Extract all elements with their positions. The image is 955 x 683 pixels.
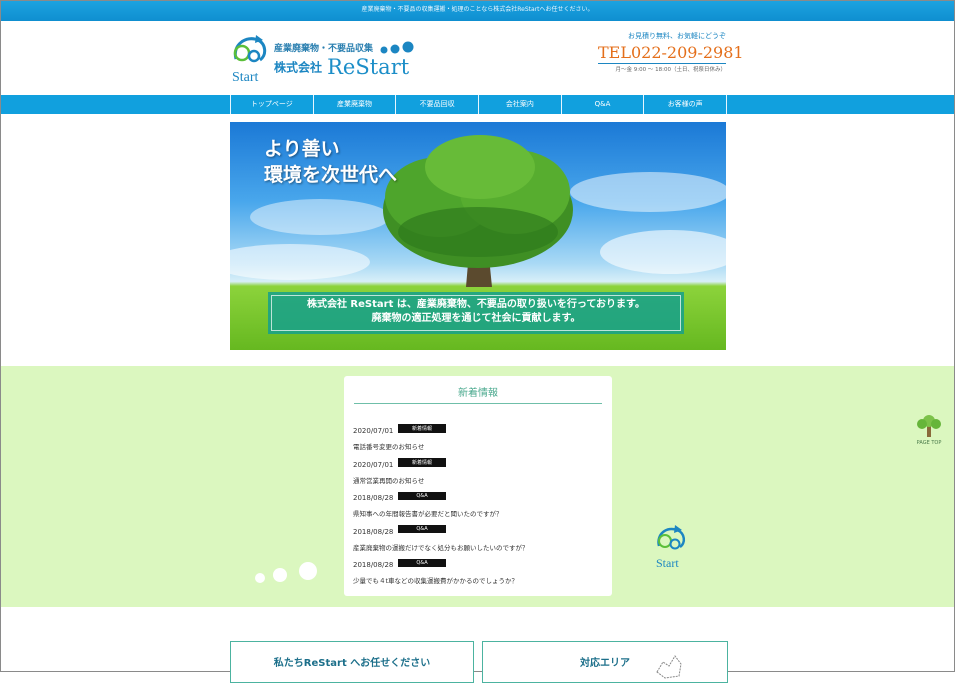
news-date: 2018/08/28 [353,494,394,502]
restart-logo-icon: Start [232,35,267,85]
logo-company-prefix: 株式会社 [274,60,323,75]
badge-text: Start [656,556,679,570]
contact-box: お見積り無料、お気軽にどうぞ TEL022-209-2981 月～金 9:00 … [598,31,744,73]
news-item[interactable]: 2020/07/01 新着情報 電話番号変更のお知らせ [353,418,605,452]
hero-caption-line1: 株式会社 ReStart は、産業廃棄物、不要品の取り扱いを行っております。 [306,299,646,310]
phone-number[interactable]: TEL022-209-2981 [598,43,744,62]
page-top-label: PAGE TOP [916,440,942,446]
nav-item-unwanted-items[interactable]: 不要品回収 [396,95,480,114]
logo-dots-icon [380,41,414,54]
top-announcement-bar: 産業廃棄物・不要品の収集運搬・処理のことなら株式会社ReStartへお任せくださ… [1,1,954,21]
nav-item-voices[interactable]: お客様の声 [644,95,728,114]
news-list: 2020/07/01 新着情報 電話番号変更のお知らせ 2020/07/01 新着情… [353,418,605,586]
news-item[interactable]: 2018/08/28 Q&A 産業廃棄物の運搬だけでなく処分もお願いしたいのですが… [353,519,605,553]
news-tag: 新着情報 [398,457,446,467]
logo-subtitle: 産業廃棄物・不要品収集 [274,44,374,54]
news-date: 2018/08/28 [353,527,394,536]
decorative-bubbles-icon [255,562,317,583]
logo-mark-text: Start [232,70,259,85]
about-card[interactable]: 私たちReStart へお任せください [230,641,474,683]
announcement-text: 産業廃棄物・不要品の収集運搬・処理のことなら株式会社ReStartへお任せくださ… [361,6,594,13]
news-link[interactable]: 電話番号変更のお知らせ [353,441,605,451]
news-tag: Q&A [398,491,446,500]
hero-caption-text: 株式会社 ReStart は、産業廃棄物、不要品の取り扱いを行っております。 廃… [268,298,684,326]
news-tag: 新着情報 [398,424,446,433]
hero-caption: 株式会社 ReStart は、産業廃棄物、不要品の取り扱いを行っております。 廃… [268,292,684,334]
news-item[interactable]: 2020/07/01 新着情報 通常営業再開のお知らせ [353,452,605,486]
business-hours: 月～金 9:00 ～ 18:00（土日、祝祭日休み） [598,63,726,73]
service-area-title: 対応エリア [580,658,630,669]
hero-title-line1: より善い [264,138,340,160]
about-card-title: 私たちReStart へお任せください [273,658,431,669]
hero-title: より善い 環境を次世代へ [264,136,397,188]
map-illustration-icon [656,655,682,679]
contact-note: お見積り無料、お気軽にどうぞ [628,32,726,40]
news-panel: 新着情報 2020/07/01 新着情報 電話番号変更のお知らせ 2020/07/… [344,376,612,596]
news-date: 2020/07/01 [353,460,394,469]
restart-badge-icon: Start [656,525,686,570]
hero-title-line2: 環境を次世代へ [264,164,398,186]
global-nav: トップページ 産業廃棄物 不要品回収 会社案内 Q&A お客様の声 [1,95,954,114]
news-tag: Q&A [398,558,446,567]
news-date: 2018/08/28 [353,561,394,569]
logo-company: 株式会社 ReStart [274,55,409,79]
logo-company-name: ReStart [327,55,410,79]
news-item[interactable]: 2018/08/28 Q&A 少量でも４t車などの収集運搬費がかかるのでしょうか？ [353,552,605,586]
page-top-button[interactable]: PAGE TOP [913,412,945,446]
news-title: 新着情報 [458,388,498,399]
news-link[interactable]: 県知事への年間報告書が必要だと聞いたのですが？ [353,508,605,518]
nav-item-top[interactable]: トップページ [231,95,314,114]
nav-item-company[interactable]: 会社案内 [479,95,562,114]
nav-item-industrial-waste[interactable]: 産業廃棄物 [314,95,397,114]
hero-caption-line2: 廃棄物の適正処理を通じて社会に貢献します。 [371,313,581,324]
site-logo[interactable]: Start 産業廃棄物・不要品収集 株式会社 ReStart [230,31,420,85]
nav-item-qa[interactable]: Q&A [562,95,645,114]
service-area-card[interactable]: 対応エリア [482,641,728,683]
hero-slider[interactable]: より善い 環境を次世代へ 株式会社 ReStart は、産業廃棄物、不要品の取り… [230,122,726,350]
news-item[interactable]: 2018/08/28 Q&A 県知事への年間報告書が必要だと聞いたのですが？ [353,485,605,519]
news-link[interactable]: 通常営業再開のお知らせ [353,475,605,485]
news-divider [354,403,602,404]
news-tag: Q&A [398,525,446,533]
news-link[interactable]: 産業廃棄物の運搬だけでなく処分もお願いしたいのですが？ [353,542,605,552]
news-date: 2020/07/01 [353,427,394,435]
tree-icon [917,415,941,437]
news-link[interactable]: 少量でも４t車などの収集運搬費がかかるのでしょうか？ [353,575,605,585]
